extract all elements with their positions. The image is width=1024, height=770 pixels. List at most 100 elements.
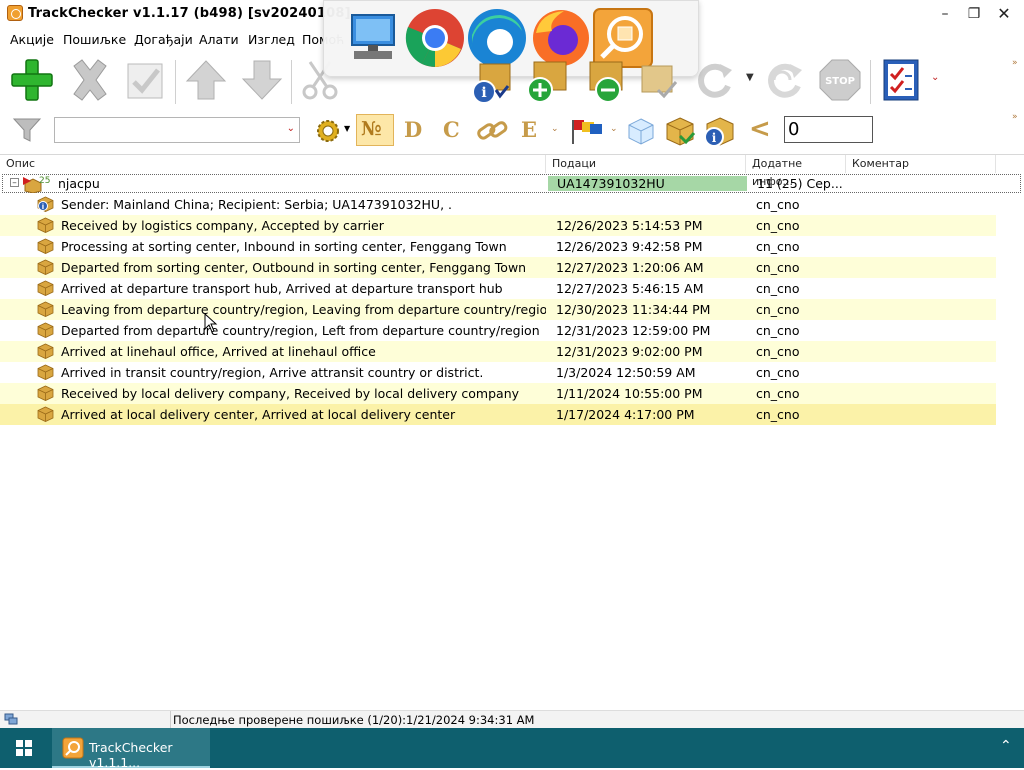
shipment-name: njacpu <box>58 176 100 191</box>
event-description: Arrived at linehaul office, Arrived at l… <box>61 344 376 359</box>
computer-icon[interactable] <box>344 11 402 65</box>
column-header-comment[interactable]: Коментар <box>846 155 996 173</box>
event-extra-info: cn_cno <box>756 407 800 422</box>
package-icon <box>37 406 54 422</box>
event-row[interactable]: Departed from departure country/region, … <box>0 320 996 341</box>
package-icon <box>37 217 54 233</box>
number-input[interactable]: 0 <box>784 116 873 143</box>
add-icon[interactable] <box>10 58 54 102</box>
package-icon <box>37 343 54 359</box>
settings-icon[interactable] <box>314 117 342 145</box>
less-than-icon[interactable]: < <box>749 114 771 144</box>
move-up-icon[interactable] <box>184 58 228 102</box>
event-description: Sender: Mainland China; Recipient: Serbi… <box>61 197 452 212</box>
filter-combo[interactable]: ⌄ <box>54 117 300 143</box>
event-description: Received by local delivery company, Rece… <box>61 386 520 401</box>
settings-dropdown-icon[interactable]: ▼ <box>344 124 350 133</box>
sort-number-button[interactable]: № <box>356 114 394 146</box>
stop-icon[interactable]: STOP <box>818 58 862 102</box>
sort-date-button[interactable]: D <box>404 117 422 142</box>
close-button[interactable]: ✕ <box>990 4 1018 24</box>
event-row[interactable]: Departed from sorting center, Outbound i… <box>0 257 996 278</box>
toolbar-separator <box>870 60 871 104</box>
event-row[interactable]: Leaving from departure country/region, L… <box>0 299 996 320</box>
event-date: 12/31/2023 12:59:00 PM <box>556 323 711 338</box>
event-row[interactable]: Arrived at departure transport hub, Arri… <box>0 278 996 299</box>
minimize-button[interactable]: – <box>931 4 959 24</box>
sort-comment-button[interactable]: C <box>443 117 460 142</box>
svg-text:i: i <box>712 131 717 145</box>
app-icon <box>7 5 23 21</box>
cube-icon[interactable] <box>626 116 656 146</box>
shipment-row[interactable]: – 25 njacpu UA147391032HU 11 (25) Сер... <box>2 174 1021 193</box>
svg-text:i: i <box>481 85 486 101</box>
chrome-icon[interactable] <box>404 7 466 69</box>
svg-text:STOP: STOP <box>825 76 855 87</box>
mouse-cursor-icon <box>204 313 218 333</box>
trackchecker-taskbar-icon <box>62 737 84 759</box>
menu-shipments[interactable]: Пошиљке <box>63 32 126 47</box>
confirm-icon[interactable] <box>124 58 168 102</box>
event-extra-info: cn_cno <box>756 218 800 233</box>
event-row[interactable]: Received by logistics company, Accepted … <box>0 215 996 236</box>
flags-dropdown-icon[interactable]: ⌄ <box>610 124 618 134</box>
add-package-icon[interactable] <box>524 58 570 104</box>
menu-tools[interactable]: Алати <box>199 32 239 47</box>
event-description: Received by logistics company, Accepted … <box>61 218 384 233</box>
move-down-icon[interactable] <box>240 58 284 102</box>
event-description: Arrived at local delivery center, Arrive… <box>61 407 456 422</box>
checklist-icon[interactable] <box>880 58 924 102</box>
event-row[interactable]: Arrived at local delivery center, Arrive… <box>0 404 996 425</box>
refresh-all-icon[interactable] <box>762 58 806 102</box>
checklist-dropdown-icon[interactable]: ⌄ <box>931 72 939 83</box>
info-icon[interactable]: i <box>470 58 516 104</box>
toolbar-overflow-icon[interactable]: » <box>1012 112 1018 122</box>
taskbar-trackchecker[interactable]: TrackChecker v1.1.1... <box>52 728 210 770</box>
restore-button[interactable]: ❐ <box>960 4 988 24</box>
package-icon <box>37 364 54 380</box>
flags-icon[interactable] <box>570 116 606 146</box>
event-extra-info: cn_cno <box>756 239 800 254</box>
event-date: 12/31/2023 9:02:00 PM <box>556 344 703 359</box>
event-row[interactable]: Received by local delivery company, Rece… <box>0 383 996 404</box>
event-date: 12/30/2023 11:34:44 PM <box>556 302 711 317</box>
event-extra-info: cn_cno <box>756 344 800 359</box>
column-header-data[interactable]: Подаци <box>546 155 746 173</box>
svg-text:i: i <box>42 203 44 211</box>
event-extra-info: cn_cno <box>756 302 800 317</box>
event-extra-info: cn_cno <box>756 386 800 401</box>
event-row[interactable]: Arrived in transit country/region, Arriv… <box>0 362 996 383</box>
event-row[interactable]: Processing at sorting center, Inbound in… <box>0 236 996 257</box>
event-row[interactable]: i Sender: Mainland China; Recipient: Serb… <box>0 194 996 215</box>
shipment-extra-info: 11 (25) Сер... <box>757 176 843 191</box>
sort-extra-button[interactable]: E <box>521 117 537 142</box>
menu-events[interactable]: Догађаји <box>134 32 193 47</box>
collapse-icon[interactable]: – <box>10 178 19 188</box>
event-description: Leaving from departure country/region, L… <box>61 302 546 317</box>
remove-package-icon[interactable] <box>580 58 626 104</box>
event-description: Departed from departure country/region, … <box>61 323 540 338</box>
event-description: Departed from sorting center, Outbound i… <box>61 260 527 275</box>
chevron-down-icon[interactable]: ⌄ <box>287 123 295 134</box>
box-info-icon[interactable]: i <box>702 115 736 147</box>
delete-icon[interactable] <box>68 58 112 102</box>
event-row[interactable]: Arrived at linehaul office, Arrived at l… <box>0 341 996 362</box>
toolbar1-overflow-icon[interactable]: » <box>1012 58 1018 68</box>
taskbar-app-label: TrackChecker v1.1.1... <box>89 740 173 770</box>
filter-icon[interactable] <box>12 116 42 144</box>
tray-chevron-up-icon[interactable]: ⌃ <box>1000 738 1012 754</box>
menu-view[interactable]: Изглед <box>248 32 295 47</box>
refresh-dropdown-icon[interactable]: ▼ <box>746 72 754 83</box>
shipment-count-badge: 25 <box>39 176 51 186</box>
letters-dropdown-icon[interactable]: ⌄ <box>551 124 559 134</box>
box-icon[interactable] <box>664 115 696 147</box>
package-check-icon[interactable] <box>636 58 682 104</box>
package-icon <box>37 259 54 275</box>
menu-actions[interactable]: Акције <box>10 32 54 47</box>
link-icon[interactable] <box>476 117 508 145</box>
event-extra-info: cn_cno <box>756 323 800 338</box>
windows-start-icon[interactable] <box>16 740 32 756</box>
column-header-description[interactable]: Опис <box>0 155 546 173</box>
column-header-extra[interactable]: Додатне инфо... <box>746 155 846 188</box>
event-date: 1/17/2024 4:17:00 PM <box>556 407 695 422</box>
